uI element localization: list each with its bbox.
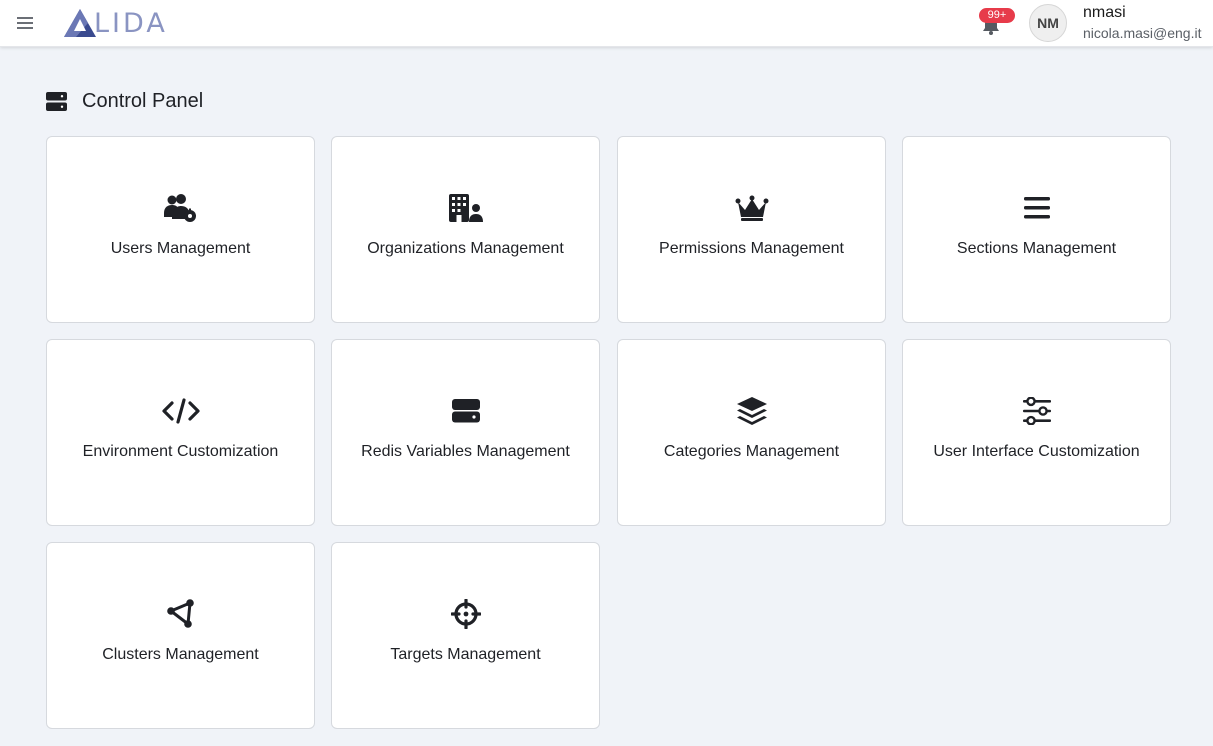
app-logo[interactable]: LIDA xyxy=(62,6,168,40)
card-label: Categories Management xyxy=(663,443,840,460)
top-bar: LIDA 99+ NM nmasi nicola.masi@eng.it xyxy=(0,0,1213,47)
card-redis-variables-management[interactable]: Redis Variables Management xyxy=(331,339,600,526)
card-label: Environment Customization xyxy=(82,443,279,460)
crosshairs-icon xyxy=(450,599,481,629)
user-name: nmasi xyxy=(1083,4,1126,21)
server-icon xyxy=(46,91,67,111)
card-clusters-management[interactable]: Clusters Management xyxy=(46,542,315,729)
server-icon xyxy=(451,399,480,423)
card-label: User Interface Customization xyxy=(933,443,1140,460)
card-label: Redis Variables Management xyxy=(361,443,570,460)
building-user-icon xyxy=(448,194,483,222)
card-label: Permissions Management xyxy=(659,240,844,257)
card-label: Users Management xyxy=(110,240,251,257)
page-header: Control Panel xyxy=(46,88,203,114)
layers-icon xyxy=(736,397,767,425)
user-email: nicola.masi@eng.it xyxy=(1083,25,1202,41)
users-gear-icon xyxy=(163,194,196,222)
logo-text: LIDA xyxy=(94,7,168,39)
logo-triangle-icon xyxy=(64,9,96,37)
card-users-management[interactable]: Users Management xyxy=(46,136,315,323)
avatar[interactable]: NM xyxy=(1029,4,1067,42)
card-sections-management[interactable]: Sections Management xyxy=(902,136,1171,323)
crown-icon xyxy=(735,195,768,221)
card-label: Targets Management xyxy=(390,646,541,663)
card-label: Clusters Management xyxy=(102,646,259,663)
nodes-icon xyxy=(166,599,194,628)
sliders-icon xyxy=(1022,397,1051,425)
card-targets-management[interactable]: Targets Management xyxy=(331,542,600,729)
card-organizations-management[interactable]: Organizations Management xyxy=(331,136,600,323)
card-categories-management[interactable]: Categories Management xyxy=(617,339,886,526)
card-permissions-management[interactable]: Permissions Management xyxy=(617,136,886,323)
page-title: Control Panel xyxy=(82,89,204,112)
notifications-badge: 99+ xyxy=(979,8,1015,23)
card-label: Organizations Management xyxy=(367,240,564,257)
card-environment-customization[interactable]: Environment Customization xyxy=(46,339,315,526)
card-user-interface-customization[interactable]: User Interface Customization xyxy=(902,339,1171,526)
bars-icon xyxy=(1023,197,1050,219)
card-label: Sections Management xyxy=(956,240,1117,257)
menu-icon[interactable] xyxy=(15,13,35,33)
code-icon xyxy=(161,398,200,424)
